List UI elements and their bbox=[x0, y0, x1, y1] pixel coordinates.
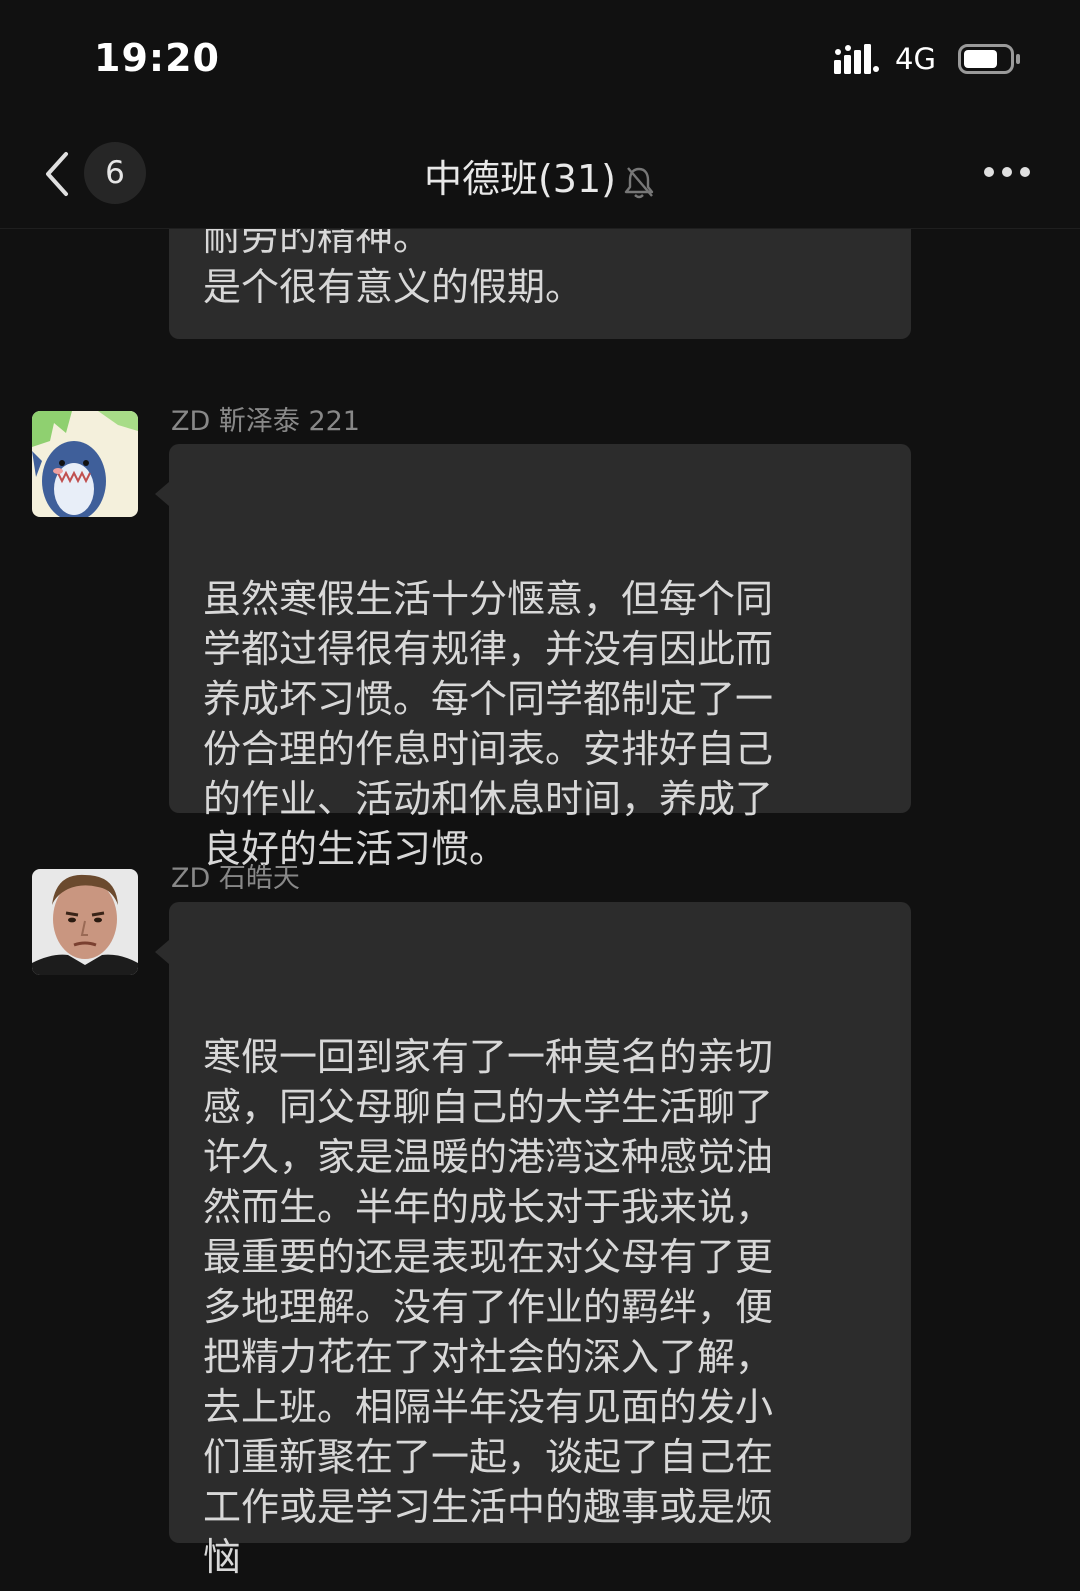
sender-name: ZD 靳泽泰 221 bbox=[171, 406, 360, 437]
man-photo-icon bbox=[32, 869, 138, 975]
cartoon-shark-icon bbox=[32, 411, 138, 517]
message-bubble[interactable]: 耐劳的精神。 是个很有意义的假期。 bbox=[169, 228, 911, 339]
message-bubble[interactable]: 虽然寒假生活十分惬意，但每个同 学都过得很有规律，并没有因此而 养成坏习惯。每个… bbox=[155, 444, 911, 871]
status-time: 19:20 bbox=[94, 36, 220, 80]
mute-bell-icon bbox=[624, 166, 654, 198]
network-type: 4G bbox=[895, 42, 936, 76]
message-bubble[interactable]: 寒假一回到家有了一种莫名的亲切 感，同父母聊自己的大学生活聊了 许久，家是温暖的… bbox=[155, 902, 911, 1579]
status-bar: 19:20 4G bbox=[0, 0, 1080, 120]
bubble-tail bbox=[155, 940, 169, 964]
sender-name: ZD 石皓天 bbox=[171, 863, 300, 894]
group-name: 中德班(31) bbox=[423, 157, 616, 201]
battery-icon bbox=[958, 44, 1020, 74]
message-text: 虽然寒假生活十分惬意，但每个同 学都过得很有规律，并没有因此而 养成坏习惯。每个… bbox=[203, 577, 774, 871]
chat-header: 6 中德班(31) bbox=[0, 120, 1080, 229]
avatar-man-photo[interactable] bbox=[32, 869, 138, 975]
chat-title: 中德班(31) bbox=[0, 148, 1080, 203]
message-list[interactable]: 耐劳的精神。 是个很有意义的假期。 ZD 靳泽泰 221 虽然寒假生活十分惬意，… bbox=[0, 228, 1080, 1591]
avatar-cartoon-shark[interactable] bbox=[32, 411, 138, 517]
bubble-tail bbox=[155, 482, 169, 506]
more-options-icon[interactable] bbox=[982, 164, 1032, 180]
message-text: 寒假一回到家有了一种莫名的亲切 感，同父母聊自己的大学生活聊了 许久，家是温暖的… bbox=[203, 1035, 774, 1579]
signal-icon bbox=[834, 44, 879, 74]
